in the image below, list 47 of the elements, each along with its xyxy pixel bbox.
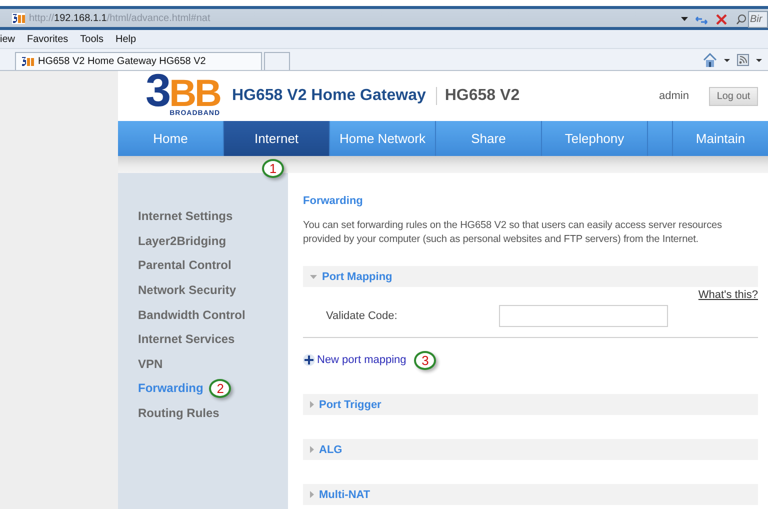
section-header[interactable]: ALG xyxy=(303,439,758,460)
sidebar-item[interactable]: Layer2Bridging xyxy=(138,234,226,248)
dropdown-caret-icon[interactable] xyxy=(724,58,730,62)
sidebar-item[interactable]: Forwarding xyxy=(138,381,204,396)
page-description: You can set forwarding rules on the HG658 V2 so that users can easily access server resources provided by your computer (such as personal websites and FTP servers) from the Internet. xyxy=(303,219,723,247)
help-link[interactable]: What's this? xyxy=(698,289,758,303)
logout-button[interactable]: Log out xyxy=(709,86,758,106)
annotation-marker: 2 xyxy=(209,378,232,398)
sidebar-item[interactable]: Parental Control xyxy=(138,258,232,272)
section-header[interactable]: Multi-NAT xyxy=(303,484,758,505)
address-field[interactable]: http://192.168.1.1/html/advance.html#nat xyxy=(29,13,210,24)
expand-triangle-icon xyxy=(310,446,314,453)
expand-triangle-icon xyxy=(310,491,314,498)
sidebar-item[interactable]: Internet Services xyxy=(138,332,235,346)
home-icon[interactable] xyxy=(703,53,717,67)
product-title: HG658 V2 Home Gateway xyxy=(232,87,426,105)
sidebar-item[interactable]: Network Security xyxy=(138,283,236,298)
add-link[interactable]: New port mapping xyxy=(303,354,406,366)
menu-item[interactable]: Help xyxy=(116,34,136,44)
section-header[interactable]: Port Trigger xyxy=(303,394,758,415)
dropdown-caret-icon[interactable] xyxy=(681,17,688,21)
annotation-marker: 3 xyxy=(414,350,436,370)
browser-tab[interactable]: HG658 V2 Home Gateway HG658 V2 xyxy=(15,52,262,70)
plus-icon xyxy=(303,354,315,366)
dropdown-caret-icon[interactable] xyxy=(756,58,762,62)
page-heading: Forwarding xyxy=(303,195,364,207)
section-header[interactable]: Port Mapping xyxy=(303,266,758,287)
close-icon[interactable] xyxy=(715,12,728,26)
collapse-triangle-icon xyxy=(310,274,317,278)
sidebar-item[interactable]: Routing Rules xyxy=(138,406,220,420)
nav-tab[interactable]: Maintain xyxy=(673,121,768,156)
user-name: admin xyxy=(659,90,689,102)
menu-item[interactable]: iew xyxy=(0,34,16,44)
menu-item[interactable]: Tools xyxy=(80,34,104,44)
search-icon xyxy=(736,14,746,24)
field-label: Validate Code: xyxy=(325,310,398,322)
search-field[interactable]: Bir xyxy=(748,10,768,28)
sidebar-item[interactable]: VPN xyxy=(138,356,163,371)
sidebar-item[interactable]: Internet Settings xyxy=(138,209,233,224)
feed-icon[interactable] xyxy=(737,54,749,66)
input-field[interactable] xyxy=(499,305,668,327)
sidebar-item[interactable]: Bandwidth Control xyxy=(138,308,246,322)
menu-item[interactable]: Favorites xyxy=(27,34,68,44)
model-name: HG658 V2 xyxy=(436,87,520,105)
expand-triangle-icon xyxy=(310,401,314,408)
site-logo-icon xyxy=(12,12,25,25)
site-logo-icon xyxy=(21,55,34,68)
